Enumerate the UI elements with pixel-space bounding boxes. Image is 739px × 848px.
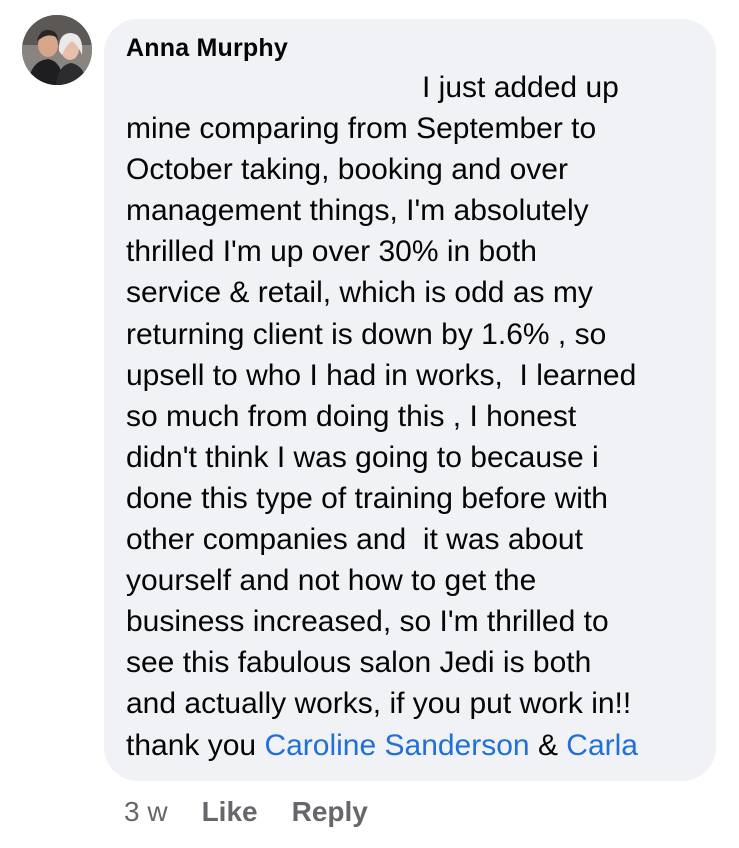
comment-line: other companies and it was about — [126, 523, 583, 557]
comment-line: upsell to who I had in works, I learned — [126, 358, 637, 392]
comment-line: didn't think I was going to because i — [126, 440, 599, 474]
avatar-photo-icon — [22, 15, 92, 85]
last-line-prefix: thank you — [126, 728, 265, 762]
comment-timestamp[interactable]: 3 w — [124, 796, 168, 828]
comment-text: I just added up mine comparing from Sept… — [126, 67, 706, 766]
comment-line: management things, I'm absolutely — [126, 194, 589, 228]
mention-link-caroline[interactable]: Caroline Sanderson — [264, 729, 529, 762]
comment-line: business increased, so I'm thrilled to — [126, 605, 609, 639]
comment-line: and actually works, if you put work in!! — [126, 687, 632, 721]
comment-line: see this fabulous salon Jedi is both — [126, 646, 592, 680]
comment-line: service & retail, which is odd as my — [126, 276, 593, 310]
mention-link-carla[interactable]: Carla — [566, 729, 638, 762]
comment-line: October taking, booking and over — [126, 153, 568, 187]
comment-line: returning client is down by 1.6% , so — [126, 317, 607, 351]
mention-separator: & — [529, 728, 567, 762]
comment-line: done this type of training before with — [126, 481, 608, 515]
reply-button[interactable]: Reply — [292, 796, 368, 828]
comment-actions: 3 w Like Reply — [124, 792, 368, 832]
comment-line: I just added up — [422, 71, 619, 104]
comment-bubble: Anna Murphy I just added up mine compari… — [104, 19, 716, 781]
comment-line: so much from doing this , I honest — [126, 399, 577, 433]
comment-page: Anna Murphy I just added up mine compari… — [0, 0, 739, 848]
comment-line: thrilled I'm up over 30% in both — [126, 235, 537, 269]
comment-line: mine comparing from September to — [126, 112, 597, 146]
avatar[interactable] — [22, 15, 92, 85]
comment-line: yourself and not how to get the — [126, 564, 537, 598]
like-button[interactable]: Like — [202, 796, 258, 828]
comment-last-line: thank you Caroline Sanderson & Carla — [126, 725, 706, 766]
comment-author[interactable]: Anna Murphy — [126, 33, 288, 63]
